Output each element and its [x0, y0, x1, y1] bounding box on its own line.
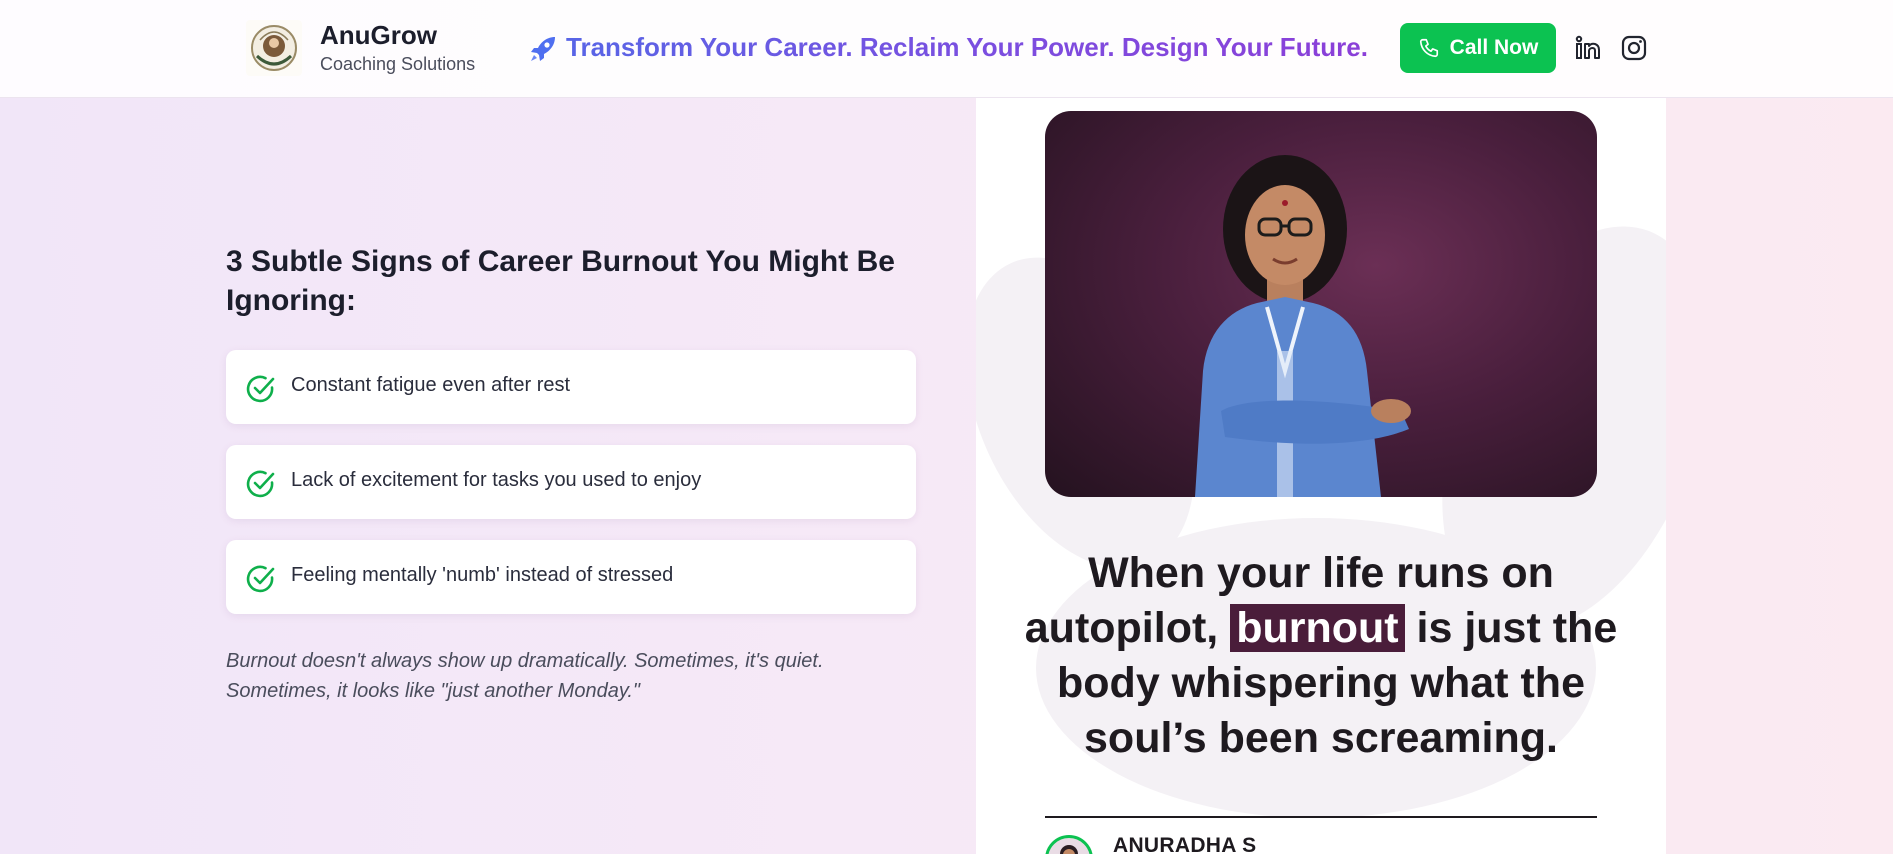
top-navigation-bar: AnuGrow Coaching Solutions Transform You…	[0, 0, 1893, 98]
sign-text: Constant fatigue even after rest	[291, 374, 571, 396]
phone-icon	[1419, 38, 1438, 58]
divider	[1045, 816, 1597, 818]
check-circle-icon	[246, 565, 275, 593]
quote-highlight: burnout	[1230, 604, 1405, 652]
avatar	[1045, 835, 1093, 854]
quote-author: ANURADHA S	[1113, 834, 1257, 854]
burnout-signs-heading: 3 Subtle Signs of Career Burnout You Mig…	[226, 245, 895, 317]
call-now-button[interactable]: Call Now	[1400, 23, 1556, 73]
linkedin-icon[interactable]	[1574, 34, 1602, 62]
call-now-label: Call Now	[1449, 36, 1539, 59]
check-circle-icon	[246, 470, 275, 498]
quote-card: When your life runs on autopilot, burnou…	[976, 98, 1666, 854]
sign-text: Feeling mentally 'numb' instead of stres…	[291, 564, 674, 586]
rocket-icon	[531, 37, 555, 61]
logo-emblem[interactable]	[246, 20, 302, 76]
brand-subtitle: Coaching Solutions	[320, 54, 476, 74]
tagline: Transform Your Career. Reclaim Your Powe…	[566, 32, 1368, 62]
sign-card: Constant fatigue even after rest	[226, 350, 916, 424]
brand-name[interactable]: AnuGrow	[320, 20, 437, 51]
sign-card: Feeling mentally 'numb' instead of stres…	[226, 540, 916, 614]
instagram-icon[interactable]	[1620, 34, 1648, 62]
sign-card: Lack of excitement for tasks you used to…	[226, 445, 916, 519]
check-circle-icon	[246, 375, 275, 403]
burnout-note: Burnout doesn't always show up dramatica…	[226, 650, 824, 702]
sign-text: Lack of excitement for tasks you used to…	[291, 469, 702, 491]
burnout-quote: When your life runs on autopilot, burnou…	[1016, 546, 1626, 766]
coach-portrait	[1045, 111, 1597, 497]
